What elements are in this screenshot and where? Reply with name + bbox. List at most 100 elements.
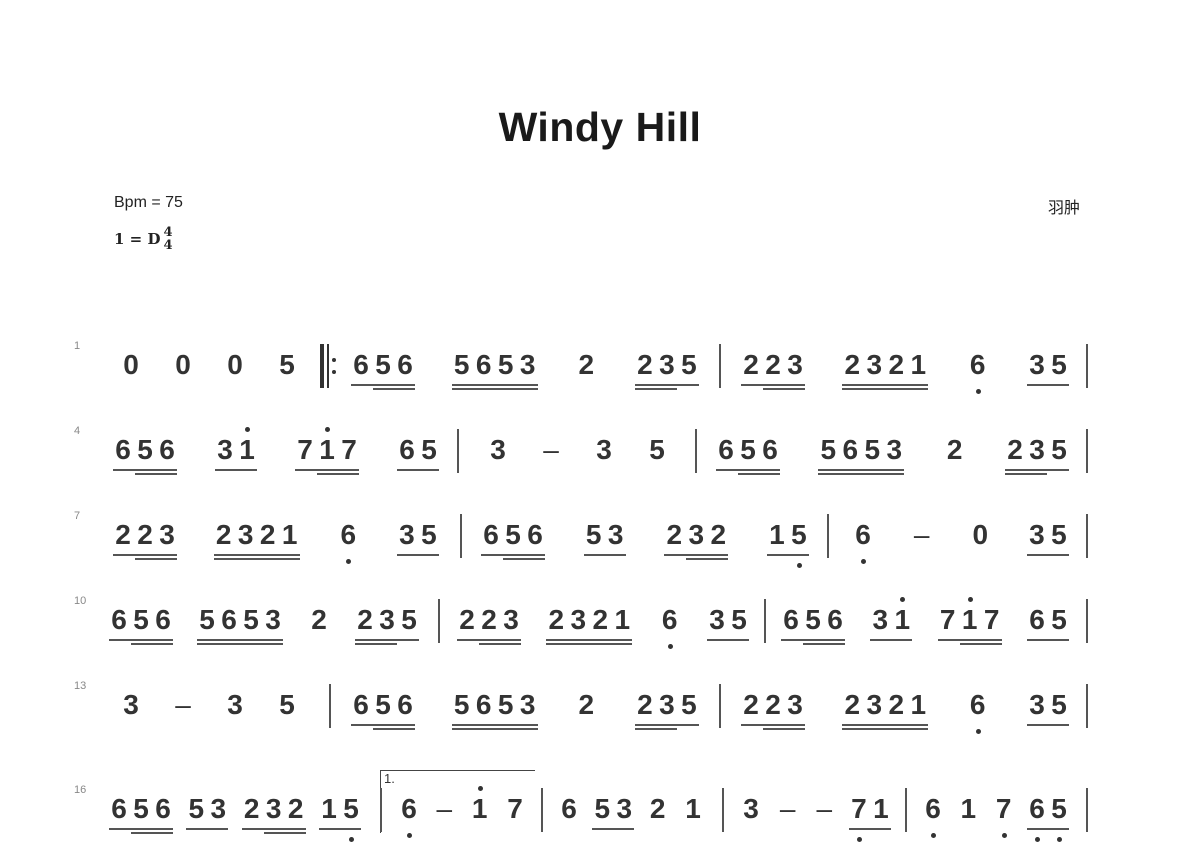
- beat-group: 235: [634, 680, 700, 730]
- note: 5: [1051, 689, 1067, 720]
- measure: 6565323215: [480, 510, 810, 570]
- note: 5: [279, 349, 295, 380]
- barline: [457, 429, 459, 473]
- measure: 3 – 3 5: [485, 425, 670, 485]
- measure-number: 16: [74, 784, 87, 796]
- beat-group: 53: [591, 784, 635, 832]
- octave-down-dot: [407, 833, 412, 838]
- note: 1: [467, 786, 493, 832]
- note: 3: [519, 689, 536, 720]
- sixteenth-beam: [546, 643, 633, 645]
- note: 5: [453, 349, 470, 380]
- eighth-beam: [937, 639, 1002, 641]
- note: 5: [421, 519, 437, 550]
- beat-group: 656: [350, 680, 416, 730]
- beat-group: –: [538, 425, 564, 473]
- note: 6: [850, 518, 876, 564]
- note: 5: [497, 689, 514, 720]
- note: 5: [681, 689, 697, 720]
- note: 2: [743, 349, 759, 380]
- note: 5: [340, 792, 362, 842]
- octave-up-dot: [477, 786, 483, 791]
- beat-group: 2: [306, 595, 332, 643]
- eighth-beam: [351, 384, 415, 386]
- rest: 0: [227, 349, 243, 380]
- measure-number: 13: [74, 680, 87, 692]
- measure: 0 0 0 5: [118, 340, 300, 400]
- beat-group: 1: [467, 784, 493, 832]
- beat-group: 2: [645, 784, 671, 832]
- barline: [1086, 599, 1088, 643]
- eighth-beam: [213, 554, 300, 556]
- note: 6: [475, 689, 492, 720]
- note: 2: [459, 604, 475, 635]
- note: 1: [769, 519, 785, 550]
- eighth-beam: [109, 828, 173, 830]
- beat-group: 656: [715, 425, 781, 475]
- note: 3: [123, 689, 139, 720]
- beat-group: 5653: [451, 680, 539, 730]
- beat-group: 31: [869, 595, 913, 643]
- beat-group: 656: [350, 340, 416, 390]
- beat-group: 235: [634, 340, 700, 390]
- octave-down-dot: [1056, 837, 1062, 842]
- note: 6: [1026, 792, 1048, 842]
- sixteenth-beam: [131, 643, 173, 645]
- key-label: 1 = D: [114, 230, 161, 248]
- barline: [1086, 684, 1088, 728]
- barline: [1086, 788, 1088, 832]
- beat-group: 7: [502, 784, 528, 832]
- note: 5: [375, 349, 391, 380]
- eighth-beam: [481, 554, 545, 556]
- note: 6: [335, 518, 361, 564]
- score-row: 10005656565322352232321635: [0, 340, 1200, 410]
- score-row: 4 6 5 6 3 1 7 1 7 6 5 3–3 5 6 5 6 5 6 5 3 2 2 3 5: [0, 425, 1200, 495]
- note: 3: [709, 604, 725, 635]
- beat-group: –: [909, 510, 935, 558]
- beat-group: 53: [583, 510, 627, 558]
- note: 3: [265, 604, 281, 635]
- note: 5: [1048, 792, 1070, 842]
- note: 6: [221, 604, 237, 635]
- sixteenth-beam: [842, 728, 929, 730]
- note: 2: [649, 793, 666, 824]
- note: 5: [137, 434, 153, 465]
- score-row: 7 2 2 3 2 3 2 1 6 3 5 6 5 6 5 3 2 3 2 1 5 6–0 3 5: [0, 510, 1200, 580]
- note: 3: [866, 689, 883, 720]
- note: 3: [1029, 434, 1045, 465]
- barline: [722, 788, 724, 832]
- sixteenth-beam: [1004, 473, 1047, 475]
- note: 5: [788, 518, 810, 568]
- rest: 0: [123, 349, 139, 380]
- repeat-start-sign: [320, 344, 336, 388]
- note: 5: [681, 349, 697, 380]
- beat-group: 717: [294, 425, 360, 475]
- beat-group: 6: [850, 510, 876, 564]
- eighth-beam: [186, 828, 229, 830]
- note: 3: [237, 519, 254, 550]
- note: 2: [115, 519, 131, 550]
- octave-down-dot: [1001, 833, 1007, 838]
- note: 2: [844, 349, 861, 380]
- barline: [1086, 514, 1088, 558]
- note: 2: [592, 604, 609, 635]
- note: 3: [217, 434, 233, 465]
- note: 3: [1029, 689, 1045, 720]
- beat-group: 223: [456, 595, 522, 645]
- eighth-beam: [583, 554, 626, 556]
- eighth-beam: [870, 639, 913, 641]
- note: 5: [497, 349, 514, 380]
- note: 3: [866, 349, 883, 380]
- beat-group: 6: [657, 595, 683, 649]
- note: 2: [765, 349, 781, 380]
- beat-group: 65: [1026, 595, 1070, 643]
- octave-down-dot: [861, 559, 866, 564]
- eighth-beam: [634, 384, 699, 386]
- barline: [380, 788, 382, 832]
- beat-group: 5653: [196, 595, 284, 645]
- note: 6: [657, 603, 683, 649]
- sixteenth-beam: [634, 388, 677, 390]
- eighth-beam: [396, 554, 439, 556]
- rest: 0: [175, 349, 191, 380]
- beat-group: 232: [663, 510, 729, 560]
